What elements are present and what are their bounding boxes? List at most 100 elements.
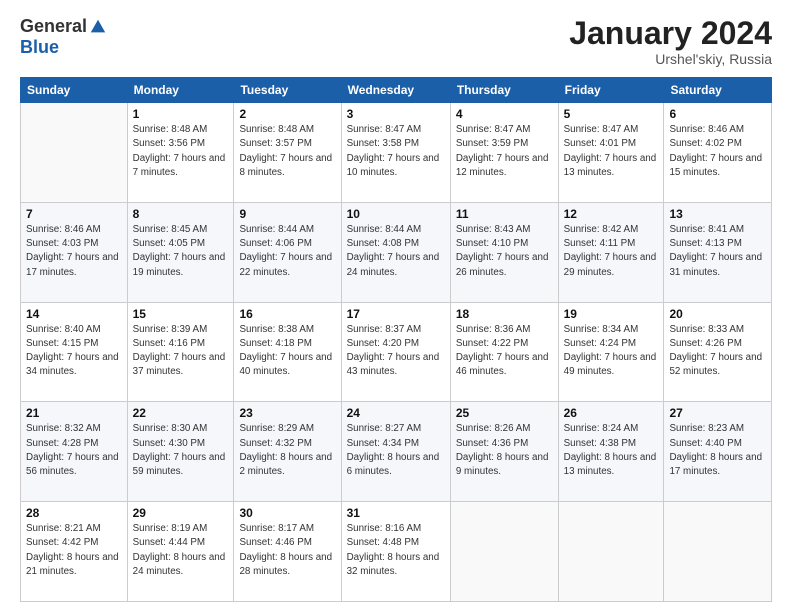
header-thursday: Thursday — [450, 78, 558, 103]
page: General Blue January 2024 Urshel'skiy, R… — [0, 0, 792, 612]
day-info: Sunrise: 8:21 AM Sunset: 4:42 PM Dayligh… — [26, 522, 122, 579]
day-info: Sunrise: 8:39 AM Sunset: 4:16 PM Dayligh… — [133, 323, 229, 380]
logo-icon — [89, 18, 107, 36]
day-info: Sunrise: 8:37 AM Sunset: 4:20 PM Dayligh… — [347, 323, 445, 380]
week-row-5: 28 Sunrise: 8:21 AM Sunset: 4:42 PM Dayli… — [21, 502, 772, 602]
week-row-4: 21Sunrise: 8:32 AM Sunset: 4:28 PM Dayli… — [21, 402, 772, 502]
day-info: Sunrise: 8:48 AM Sunset: 3:57 PM Dayligh… — [239, 123, 335, 180]
calendar-cell-w5-d2: 29 Sunrise: 8:19 AM Sunset: 4:44 PM Dayli… — [127, 502, 234, 602]
calendar-cell-w2-d3: 9Sunrise: 8:44 AM Sunset: 4:06 PM Daylig… — [234, 202, 341, 302]
day-info: Sunrise: 8:30 AM Sunset: 4:30 PM Dayligh… — [133, 422, 229, 479]
calendar-cell-w5-d1: 28 Sunrise: 8:21 AM Sunset: 4:42 PM Dayli… — [21, 502, 128, 602]
day-number: 31 — [347, 506, 445, 520]
day-number: 20 — [669, 307, 766, 321]
day-info: Sunrise: 8:24 AM Sunset: 4:38 PM Dayligh… — [564, 422, 659, 479]
day-number: 25 — [456, 406, 553, 420]
day-number: 28 — [26, 506, 122, 520]
day-number: 15 — [133, 307, 229, 321]
day-info: Sunrise: 8:47 AM Sunset: 4:01 PM Dayligh… — [564, 123, 659, 180]
calendar-cell-w5-d5 — [450, 502, 558, 602]
header-friday: Friday — [558, 78, 664, 103]
day-info: Sunrise: 8:29 AM Sunset: 4:32 PM Dayligh… — [239, 422, 335, 479]
day-number: 18 — [456, 307, 553, 321]
calendar-cell-w1-d6: 5 Sunrise: 8:47 AM Sunset: 4:01 PM Daylig… — [558, 103, 664, 203]
day-info: Sunrise: 8:19 AM Sunset: 4:44 PM Dayligh… — [133, 522, 229, 579]
calendar-cell-w4-d5: 25 Sunrise: 8:26 AM Sunset: 4:36 PM Dayli… — [450, 402, 558, 502]
weekday-header-row: Sunday Monday Tuesday Wednesday Thursday… — [21, 78, 772, 103]
day-number: 2 — [239, 107, 335, 121]
calendar-cell-w1-d4: 3Sunrise: 8:47 AM Sunset: 3:58 PM Daylig… — [341, 103, 450, 203]
calendar-cell-w4-d6: 26Sunrise: 8:24 AM Sunset: 4:38 PM Dayli… — [558, 402, 664, 502]
day-number: 13 — [669, 207, 766, 221]
day-info: Sunrise: 8:48 AM Sunset: 3:56 PM Dayligh… — [133, 123, 229, 180]
calendar-cell-w5-d6 — [558, 502, 664, 602]
day-info: Sunrise: 8:26 AM Sunset: 4:36 PM Dayligh… — [456, 422, 553, 479]
day-info: Sunrise: 8:45 AM Sunset: 4:05 PM Dayligh… — [133, 223, 229, 280]
day-info: Sunrise: 8:41 AM Sunset: 4:13 PM Dayligh… — [669, 223, 766, 280]
calendar-cell-w2-d4: 10 Sunrise: 8:44 AM Sunset: 4:08 PM Dayli… — [341, 202, 450, 302]
day-info: Sunrise: 8:40 AM Sunset: 4:15 PM Dayligh… — [26, 323, 122, 380]
title-block: January 2024 Urshel'skiy, Russia — [569, 16, 772, 67]
header: General Blue January 2024 Urshel'skiy, R… — [20, 16, 772, 67]
calendar-cell-w2-d6: 12 Sunrise: 8:42 AM Sunset: 4:11 PM Dayli… — [558, 202, 664, 302]
day-number: 22 — [133, 406, 229, 420]
calendar-cell-w1-d2: 1 Sunrise: 8:48 AM Sunset: 3:56 PM Daylig… — [127, 103, 234, 203]
day-number: 29 — [133, 506, 229, 520]
calendar-cell-w3-d2: 15 Sunrise: 8:39 AM Sunset: 4:16 PM Dayli… — [127, 302, 234, 402]
day-info: Sunrise: 8:47 AM Sunset: 3:58 PM Dayligh… — [347, 123, 445, 180]
day-info: Sunrise: 8:46 AM Sunset: 4:02 PM Dayligh… — [669, 123, 766, 180]
day-number: 10 — [347, 207, 445, 221]
day-info: Sunrise: 8:38 AM Sunset: 4:18 PM Dayligh… — [239, 323, 335, 380]
day-number: 24 — [347, 406, 445, 420]
header-wednesday: Wednesday — [341, 78, 450, 103]
day-info: Sunrise: 8:34 AM Sunset: 4:24 PM Dayligh… — [564, 323, 659, 380]
calendar-cell-w4-d1: 21Sunrise: 8:32 AM Sunset: 4:28 PM Dayli… — [21, 402, 128, 502]
calendar-cell-w4-d4: 24 Sunrise: 8:27 AM Sunset: 4:34 PM Dayli… — [341, 402, 450, 502]
day-number: 12 — [564, 207, 659, 221]
month-title: January 2024 — [569, 16, 772, 51]
calendar-cell-w4-d3: 23 Sunrise: 8:29 AM Sunset: 4:32 PM Dayli… — [234, 402, 341, 502]
day-info: Sunrise: 8:36 AM Sunset: 4:22 PM Dayligh… — [456, 323, 553, 380]
calendar-cell-w2-d2: 8 Sunrise: 8:45 AM Sunset: 4:05 PM Daylig… — [127, 202, 234, 302]
calendar-cell-w1-d1 — [21, 103, 128, 203]
day-number: 7 — [26, 207, 122, 221]
calendar-cell-w3-d1: 14 Sunrise: 8:40 AM Sunset: 4:15 PM Dayli… — [21, 302, 128, 402]
day-number: 30 — [239, 506, 335, 520]
calendar-cell-w5-d4: 31 Sunrise: 8:16 AM Sunset: 4:48 PM Dayli… — [341, 502, 450, 602]
calendar-cell-w4-d2: 22 Sunrise: 8:30 AM Sunset: 4:30 PM Dayli… — [127, 402, 234, 502]
day-info: Sunrise: 8:42 AM Sunset: 4:11 PM Dayligh… — [564, 223, 659, 280]
calendar-cell-w5-d7 — [664, 502, 772, 602]
day-info: Sunrise: 8:47 AM Sunset: 3:59 PM Dayligh… — [456, 123, 553, 180]
day-number: 8 — [133, 207, 229, 221]
day-info: Sunrise: 8:16 AM Sunset: 4:48 PM Dayligh… — [347, 522, 445, 579]
calendar-cell-w2-d1: 7Sunrise: 8:46 AM Sunset: 4:03 PM Daylig… — [21, 202, 128, 302]
day-number: 19 — [564, 307, 659, 321]
calendar-cell-w4-d7: 27 Sunrise: 8:23 AM Sunset: 4:40 PM Dayli… — [664, 402, 772, 502]
header-monday: Monday — [127, 78, 234, 103]
location-subtitle: Urshel'skiy, Russia — [569, 51, 772, 67]
week-row-3: 14 Sunrise: 8:40 AM Sunset: 4:15 PM Dayli… — [21, 302, 772, 402]
day-info: Sunrise: 8:43 AM Sunset: 4:10 PM Dayligh… — [456, 223, 553, 280]
header-tuesday: Tuesday — [234, 78, 341, 103]
calendar-cell-w3-d7: 20 Sunrise: 8:33 AM Sunset: 4:26 PM Dayli… — [664, 302, 772, 402]
day-info: Sunrise: 8:23 AM Sunset: 4:40 PM Dayligh… — [669, 422, 766, 479]
day-number: 16 — [239, 307, 335, 321]
calendar-cell-w1-d3: 2 Sunrise: 8:48 AM Sunset: 3:57 PM Daylig… — [234, 103, 341, 203]
day-number: 1 — [133, 107, 229, 121]
day-info: Sunrise: 8:33 AM Sunset: 4:26 PM Dayligh… — [669, 323, 766, 380]
calendar-cell-w3-d5: 18 Sunrise: 8:36 AM Sunset: 4:22 PM Dayli… — [450, 302, 558, 402]
day-number: 27 — [669, 406, 766, 420]
day-number: 17 — [347, 307, 445, 321]
day-info: Sunrise: 8:44 AM Sunset: 4:08 PM Dayligh… — [347, 223, 445, 280]
day-number: 23 — [239, 406, 335, 420]
logo: General Blue — [20, 16, 107, 58]
day-number: 21 — [26, 406, 122, 420]
day-number: 14 — [26, 307, 122, 321]
day-number: 11 — [456, 207, 553, 221]
calendar-cell-w3-d4: 17 Sunrise: 8:37 AM Sunset: 4:20 PM Dayli… — [341, 302, 450, 402]
week-row-2: 7Sunrise: 8:46 AM Sunset: 4:03 PM Daylig… — [21, 202, 772, 302]
day-number: 5 — [564, 107, 659, 121]
logo-blue-text: Blue — [20, 37, 59, 58]
day-info: Sunrise: 8:27 AM Sunset: 4:34 PM Dayligh… — [347, 422, 445, 479]
logo-general-text: General — [20, 16, 87, 37]
